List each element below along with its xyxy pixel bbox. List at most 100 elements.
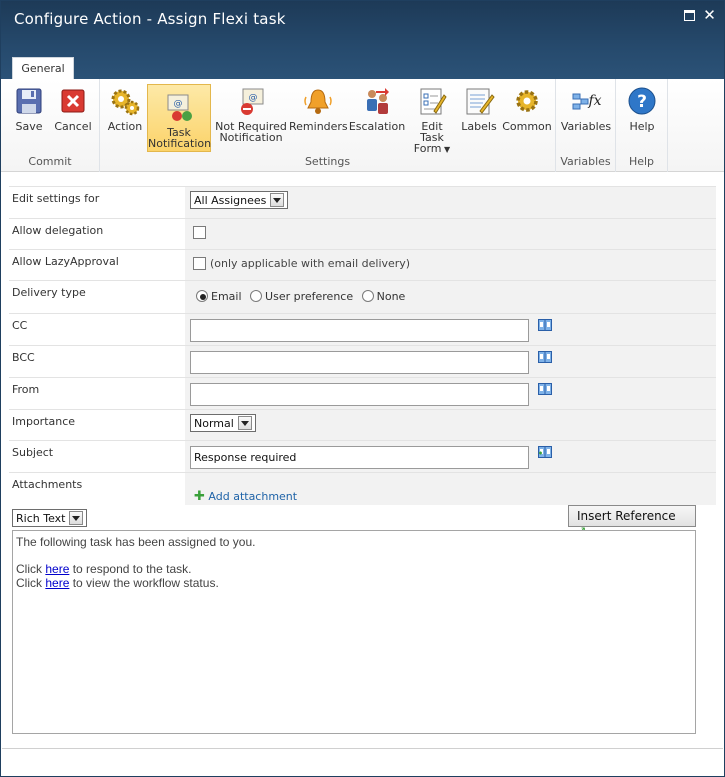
labels-icon (463, 85, 495, 117)
row-subject: Subject Response required (9, 440, 716, 472)
subject-label: Subject (12, 446, 54, 459)
row-allow-lazyapproval: Allow LazyApproval (only applicable with… (9, 249, 716, 280)
insert-reference-button[interactable]: Insert Reference ↗ (568, 505, 696, 537)
svg-text:?: ? (637, 92, 647, 112)
ribbon-group-commit: Save Cancel Commit (1, 79, 100, 172)
task-notification-button[interactable]: @ Task Notification (147, 84, 211, 152)
help-question-icon: ? (626, 85, 658, 117)
tab-general[interactable]: General (12, 57, 74, 80)
row-attachments: Attachments ✚ Add attachment (9, 472, 716, 505)
not-required-label-2: Notification (219, 131, 283, 144)
labels-button[interactable]: Labels (458, 85, 500, 132)
bcc-label: BCC (12, 351, 35, 364)
cancel-label: Cancel (54, 120, 92, 133)
variables-button[interactable]: fx Variables (560, 85, 612, 132)
bell-icon (302, 85, 334, 117)
body-editor[interactable]: The following task has been assigned to … (12, 530, 696, 734)
edit-task-form-button[interactable]: Edit Task Form ▼ (408, 85, 456, 155)
importance-select[interactable]: Normal (190, 414, 256, 432)
allow-delegation-label: Allow delegation (12, 224, 104, 237)
chevron-down-icon: ▼ (441, 145, 451, 154)
maximize-icon[interactable] (684, 10, 695, 21)
edit-settings-for-label: Edit settings for (12, 192, 100, 205)
bcc-field[interactable] (190, 351, 529, 374)
body-line-1: The following task has been assigned to … (16, 535, 256, 549)
gears-icon (109, 85, 141, 117)
dropdown-arrow-icon (270, 193, 285, 207)
radio-email[interactable]: Email (196, 290, 242, 303)
variables-group-label: Variables (560, 155, 611, 168)
escalation-label: Escalation (348, 120, 406, 133)
importance-label: Importance (12, 415, 76, 428)
row-from: From (9, 377, 716, 409)
cancel-icon (57, 85, 89, 117)
delivery-type-label: Delivery type (12, 286, 86, 299)
row-bcc: BCC (9, 345, 716, 377)
task-notification-label-2: Notification (148, 137, 212, 150)
insert-reference-icon[interactable] (538, 446, 552, 458)
action-button[interactable]: Action (105, 85, 145, 132)
action-label: Action (107, 120, 143, 133)
edit-task-form-label-1: Edit Task (420, 120, 444, 144)
allow-lazyapproval-checkbox[interactable] (193, 257, 206, 270)
dropdown-arrow-icon (237, 416, 252, 430)
gear-icon (511, 85, 543, 117)
add-attachment-link[interactable]: ✚ Add attachment (194, 489, 297, 504)
labels-label: Labels (461, 120, 497, 133)
help-button[interactable]: ? Help (622, 85, 662, 132)
reminders-button[interactable]: Reminders (289, 85, 348, 133)
attachments-label: Attachments (12, 478, 83, 491)
variables-label: Variables (560, 120, 612, 133)
allow-lazyapproval-label: Allow LazyApproval (12, 255, 119, 268)
address-book-icon[interactable] (538, 383, 552, 395)
ribbon-group-settings: Action @ Task Notification @ Not Require… (100, 79, 556, 172)
close-icon[interactable]: ✕ (703, 8, 716, 23)
row-edit-settings-for: Edit settings for All Assignees (9, 186, 716, 218)
settings-form: Edit settings for All Assignees Allow de… (9, 186, 716, 505)
email-notification-icon: @ (163, 91, 195, 123)
body-line-3: Click here to view the workflow status. (16, 576, 219, 590)
ribbon-group-help: ? Help Help (616, 79, 668, 172)
settings-group-label: Settings (304, 155, 351, 168)
save-button[interactable]: Save (9, 85, 49, 132)
footer-divider (2, 748, 723, 749)
ribbon: Save Cancel Commit Action @ Task Notific… (1, 79, 724, 172)
cc-field[interactable] (190, 319, 529, 342)
floppy-disk-icon (13, 85, 45, 117)
row-allow-delegation: Allow delegation (9, 218, 716, 249)
subject-field[interactable]: Response required (190, 446, 529, 469)
svg-text:@: @ (249, 93, 258, 103)
escalation-button[interactable]: Escalation (348, 85, 406, 132)
row-importance: Importance Normal (9, 409, 716, 440)
dialog-title: Configure Action - Assign Flexi task (14, 10, 286, 28)
allow-delegation-checkbox[interactable] (193, 226, 206, 239)
body-line-2: Click here to respond to the task. (16, 562, 192, 576)
row-cc: CC (9, 313, 716, 345)
save-label: Save (15, 120, 43, 133)
cc-label: CC (12, 319, 28, 332)
edit-settings-for-select[interactable]: All Assignees (190, 191, 289, 209)
radio-user-preference[interactable]: User preference (250, 290, 353, 303)
ribbon-group-variables: fx Variables Variables (556, 79, 616, 172)
workflow-status-here-link[interactable]: here (45, 576, 69, 590)
address-book-icon[interactable] (538, 351, 552, 363)
body-format-select[interactable]: Rich Text (12, 509, 88, 527)
help-label: Help (629, 120, 655, 133)
from-label: From (12, 383, 40, 396)
svg-text:fx: fx (587, 93, 601, 109)
svg-text:@: @ (174, 99, 183, 109)
common-button[interactable]: Common (502, 85, 552, 132)
radio-none[interactable]: None (361, 290, 405, 303)
reminders-label: Reminders (289, 120, 348, 133)
delivery-type-radios: Email User preference None (196, 290, 405, 303)
not-required-notification-button[interactable]: @ Not Required Notification (214, 85, 288, 143)
respond-here-link[interactable]: here (45, 562, 69, 576)
configure-action-dialog: Configure Action - Assign Flexi task ✕ G… (0, 0, 725, 777)
escalation-icon (361, 85, 393, 117)
help-group-label: Help (628, 155, 655, 168)
commit-group-label: Commit (28, 155, 72, 168)
from-field[interactable] (190, 383, 529, 406)
title-bar: Configure Action - Assign Flexi task ✕ G… (1, 1, 724, 80)
address-book-icon[interactable] (538, 319, 552, 331)
cancel-button[interactable]: Cancel (53, 85, 93, 132)
